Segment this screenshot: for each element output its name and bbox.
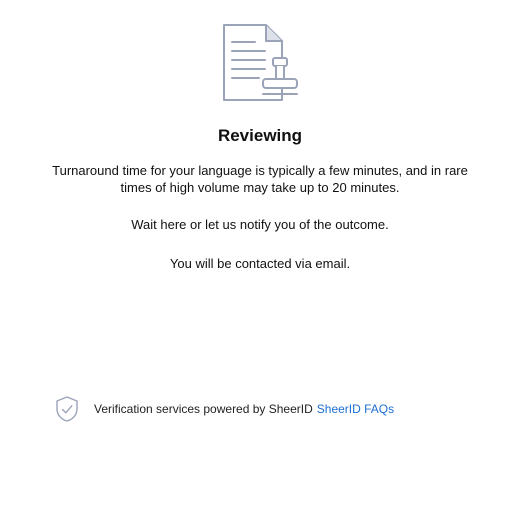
sheerid-faqs-link[interactable]: SheerID FAQs xyxy=(317,402,394,416)
footer: Verification services powered by SheerID… xyxy=(54,395,394,423)
page-title: Reviewing xyxy=(217,126,303,145)
review-panel: Reviewing Turnaround time for your langu… xyxy=(0,0,520,525)
notify-text: Wait here or let us notify you of the ou… xyxy=(131,217,389,232)
shield-check-icon xyxy=(56,396,78,422)
contact-text: You will be contacted via email. xyxy=(169,256,351,271)
document-stamp-icon xyxy=(223,24,298,101)
powered-by-text: Verification services powered by SheerID xyxy=(94,402,313,416)
turnaround-text: Turnaround time for your language is typ… xyxy=(52,163,468,195)
